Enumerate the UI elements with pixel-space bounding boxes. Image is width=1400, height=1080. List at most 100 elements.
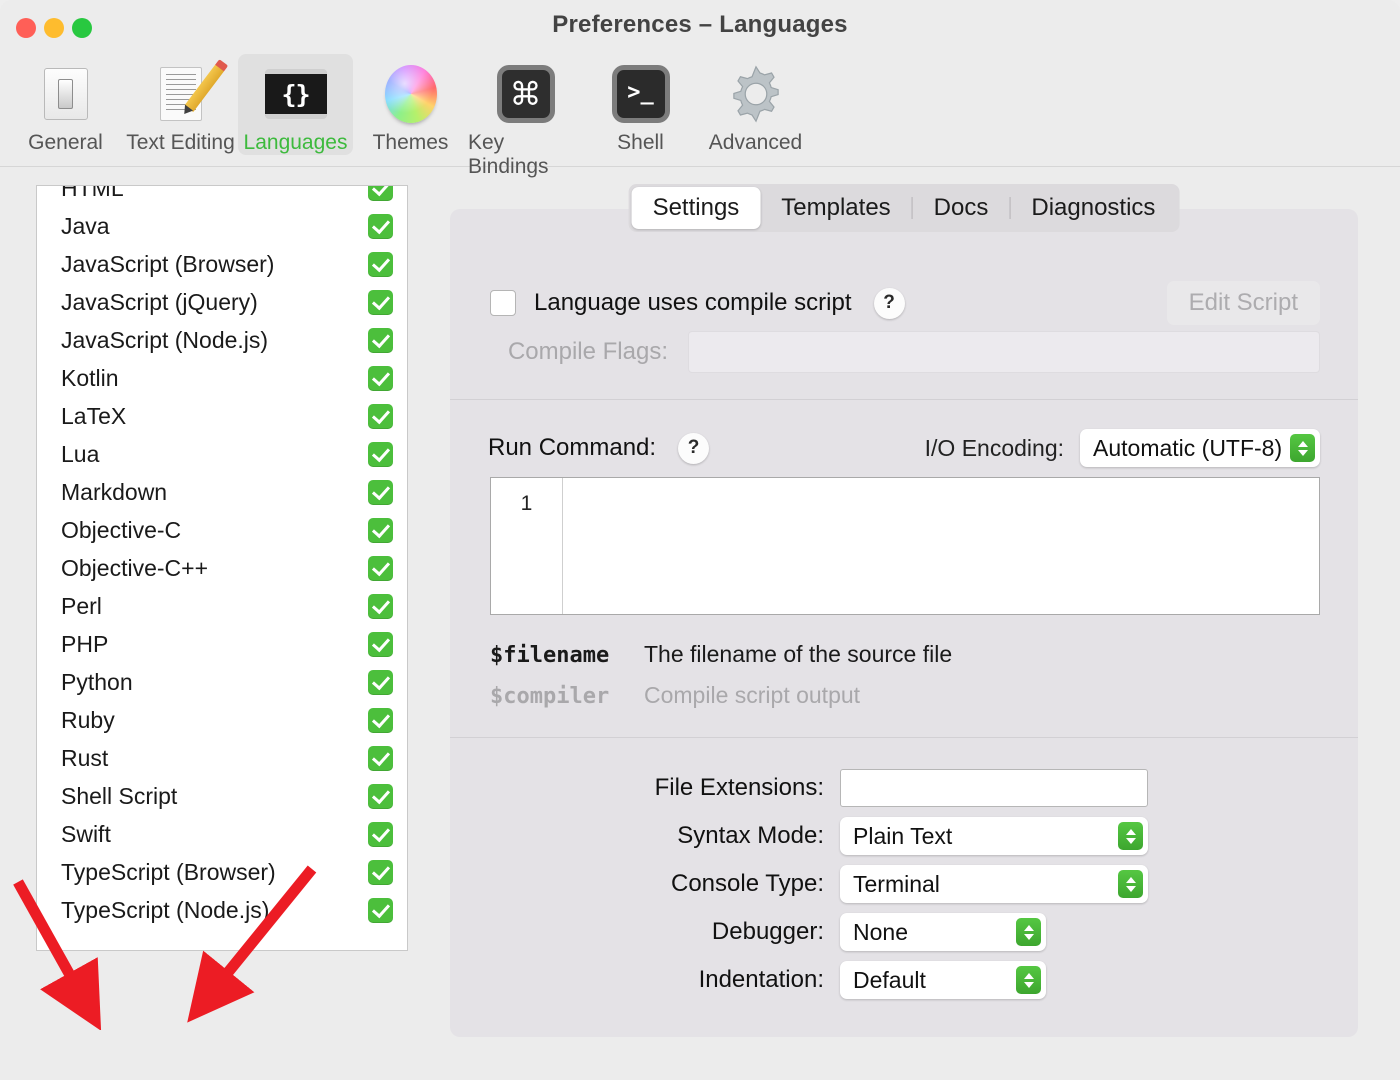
compile-script-help-icon[interactable]: ? xyxy=(874,288,905,319)
language-enabled-checkbox[interactable] xyxy=(368,784,393,809)
stepper-icon[interactable] xyxy=(1290,434,1315,462)
debugger-value: None xyxy=(853,919,908,946)
divider xyxy=(450,399,1358,400)
language-row[interactable]: Lua xyxy=(37,435,407,473)
language-enabled-checkbox[interactable] xyxy=(368,328,393,353)
language-row[interactable]: Markdown xyxy=(37,473,407,511)
syntax-mode-label: Syntax Mode: xyxy=(450,822,840,850)
language-enabled-checkbox[interactable] xyxy=(368,860,393,885)
stepper-icon[interactable] xyxy=(1118,822,1143,850)
language-enabled-checkbox[interactable] xyxy=(368,556,393,581)
language-row[interactable]: Ruby xyxy=(37,701,407,739)
language-row[interactable]: Perl xyxy=(37,587,407,625)
language-name: LaTeX xyxy=(61,403,126,430)
language-enabled-checkbox[interactable] xyxy=(368,290,393,315)
language-enabled-checkbox[interactable] xyxy=(368,480,393,505)
language-row[interactable]: Shell Script xyxy=(37,777,407,815)
language-enabled-checkbox[interactable] xyxy=(368,185,393,201)
language-enabled-checkbox[interactable] xyxy=(368,632,393,657)
language-enabled-checkbox[interactable] xyxy=(368,252,393,277)
console-type-value: Terminal xyxy=(853,871,940,898)
language-row[interactable]: TypeScript (Browser) xyxy=(37,853,407,891)
document-pencil-icon xyxy=(147,60,215,128)
line-number-gutter: 1 xyxy=(491,478,563,614)
compile-flags-input[interactable] xyxy=(688,331,1320,373)
variables-legend: $filename The filename of the source fil… xyxy=(490,641,952,723)
stepper-icon[interactable] xyxy=(1118,870,1143,898)
edit-script-button[interactable]: Edit Script xyxy=(1167,281,1320,325)
stepper-icon[interactable] xyxy=(1016,966,1041,994)
language-name: Ruby xyxy=(61,707,115,734)
file-extensions-input[interactable] xyxy=(840,769,1148,807)
toolbar-item-advanced[interactable]: Advanced xyxy=(698,54,813,155)
io-encoding-value: Automatic (UTF-8) xyxy=(1093,435,1282,462)
language-name: HTML xyxy=(61,185,124,202)
language-row[interactable]: PHP xyxy=(37,625,407,663)
toolbar-label-themes: Themes xyxy=(373,131,449,155)
language-enabled-checkbox[interactable] xyxy=(368,898,393,923)
language-row[interactable]: Java xyxy=(37,207,407,245)
language-row[interactable]: Python xyxy=(37,663,407,701)
language-row[interactable]: JavaScript (Browser) xyxy=(37,245,407,283)
file-extensions-label: File Extensions: xyxy=(450,774,840,802)
toolbar-item-themes[interactable]: Themes xyxy=(353,54,468,155)
languages-sidebar: HTMLJavaJavaScript (Browser)JavaScript (… xyxy=(0,167,440,1080)
debugger-popup[interactable]: None xyxy=(840,913,1046,951)
io-encoding-label: I/O Encoding: xyxy=(925,435,1064,462)
language-enabled-checkbox[interactable] xyxy=(368,708,393,733)
language-row[interactable]: TypeScript (Node.js) xyxy=(37,891,407,929)
run-command-label: Run Command: xyxy=(488,434,656,462)
compile-flags-row: Compile Flags: xyxy=(490,331,1320,373)
language-row[interactable]: HTML xyxy=(37,185,407,207)
variable-name: $compiler xyxy=(490,684,640,709)
tab-settings[interactable]: Settings xyxy=(632,187,761,229)
language-row[interactable]: Objective-C xyxy=(37,511,407,549)
language-name: Lua xyxy=(61,441,99,468)
language-row[interactable]: Objective-C++ xyxy=(37,549,407,587)
debugger-label: Debugger: xyxy=(450,918,840,946)
language-enabled-checkbox[interactable] xyxy=(368,366,393,391)
toolbar-item-general[interactable]: General xyxy=(8,54,123,155)
language-enabled-checkbox[interactable] xyxy=(368,670,393,695)
language-row[interactable]: Rust xyxy=(37,739,407,777)
language-row[interactable]: Kotlin xyxy=(37,359,407,397)
language-enabled-checkbox[interactable] xyxy=(368,822,393,847)
language-enabled-checkbox[interactable] xyxy=(368,746,393,771)
switch-icon xyxy=(32,60,100,128)
tab-templates[interactable]: Templates xyxy=(760,187,911,229)
run-command-editor[interactable]: 1 xyxy=(490,477,1320,615)
language-row[interactable]: JavaScript (Node.js) xyxy=(37,321,407,359)
language-enabled-checkbox[interactable] xyxy=(368,518,393,543)
settings-panel: Settings Templates Docs Diagnostics Lang… xyxy=(450,209,1358,1037)
language-name: JavaScript (Node.js) xyxy=(61,327,268,354)
run-command-help-icon[interactable]: ? xyxy=(678,433,709,464)
toolbar-label-advanced: Advanced xyxy=(709,131,802,155)
syntax-mode-popup[interactable]: Plain Text xyxy=(840,817,1148,855)
language-row[interactable]: LaTeX xyxy=(37,397,407,435)
indentation-label: Indentation: xyxy=(450,966,840,994)
toolbar-label-shell: Shell xyxy=(617,131,664,155)
toolbar-item-languages[interactable]: {} Languages xyxy=(238,54,353,155)
language-enabled-checkbox[interactable] xyxy=(368,442,393,467)
variable-description: Compile script output xyxy=(644,682,860,709)
console-type-popup[interactable]: Terminal xyxy=(840,865,1148,903)
language-row[interactable]: JavaScript (jQuery) xyxy=(37,283,407,321)
toolbar-item-key-bindings[interactable]: ⌘ Key Bindings xyxy=(468,54,583,179)
language-enabled-checkbox[interactable] xyxy=(368,594,393,619)
toolbar-item-shell[interactable]: >_ Shell xyxy=(583,54,698,155)
language-row[interactable]: Swift xyxy=(37,815,407,853)
stepper-icon[interactable] xyxy=(1016,918,1041,946)
tab-docs[interactable]: Docs xyxy=(913,187,1010,229)
toolbar-item-text-editing[interactable]: Text Editing xyxy=(123,54,238,155)
tab-diagnostics[interactable]: Diagnostics xyxy=(1010,187,1176,229)
io-encoding-popup[interactable]: Automatic (UTF-8) xyxy=(1080,429,1320,467)
language-enabled-checkbox[interactable] xyxy=(368,404,393,429)
compile-script-checkbox[interactable] xyxy=(490,290,516,316)
preferences-window: Preferences – Languages General Text Edi… xyxy=(0,0,1400,1080)
language-name: Objective-C xyxy=(61,517,181,544)
language-list[interactable]: HTMLJavaJavaScript (Browser)JavaScript (… xyxy=(36,185,408,951)
language-enabled-checkbox[interactable] xyxy=(368,214,393,239)
braces-icon: {} xyxy=(262,60,330,128)
syntax-mode-row: Syntax Mode: Plain Text xyxy=(450,817,1358,855)
indentation-popup[interactable]: Default xyxy=(840,961,1046,999)
